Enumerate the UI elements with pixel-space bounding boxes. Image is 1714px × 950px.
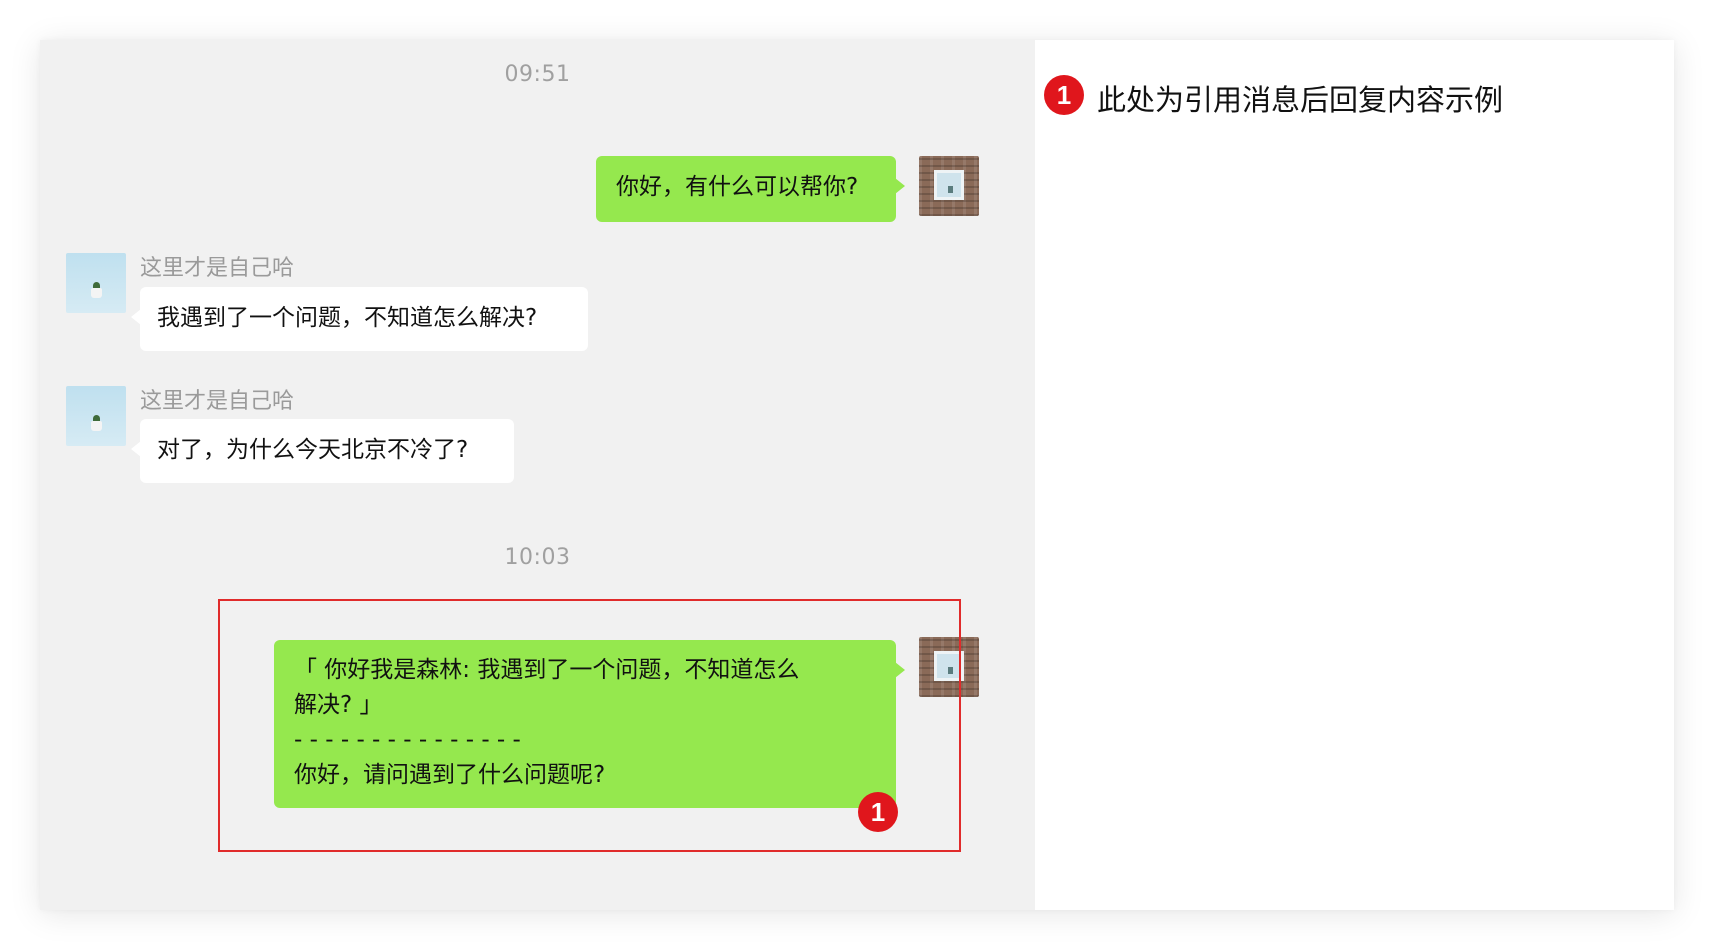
avatar-other[interactable]: [66, 386, 126, 446]
message-text: 对了，为什么今天北京不冷了?: [157, 437, 469, 463]
window-icon: [934, 170, 964, 200]
highlight-box: [218, 599, 961, 852]
sender-name: 这里才是自己哈: [140, 389, 295, 414]
timestamp: 09:51: [504, 62, 571, 87]
avatar-self[interactable]: [919, 156, 979, 216]
message-text: 你好，有什么可以帮你?: [616, 174, 859, 200]
message-text: 我遇到了一个问题，不知道怎么解决?: [157, 305, 538, 331]
annotation-note: 此处为引用消息后回复内容示例: [1097, 83, 1504, 117]
pot-icon: [91, 288, 102, 298]
annotation-panel: [1035, 40, 1674, 910]
avatar-other[interactable]: [66, 253, 126, 313]
message-bubble-self[interactable]: 你好，有什么可以帮你?: [596, 156, 905, 222]
annotation-marker: 1: [858, 792, 898, 832]
timestamp: 10:03: [504, 545, 571, 570]
message-bubble-other[interactable]: 对了，为什么今天北京不冷了?: [131, 419, 514, 483]
annotation-marker: 1: [1044, 75, 1084, 115]
pot-icon: [91, 421, 102, 431]
sender-name: 这里才是自己哈: [140, 256, 295, 281]
message-bubble-other[interactable]: 我遇到了一个问题，不知道怎么解决?: [131, 287, 588, 351]
